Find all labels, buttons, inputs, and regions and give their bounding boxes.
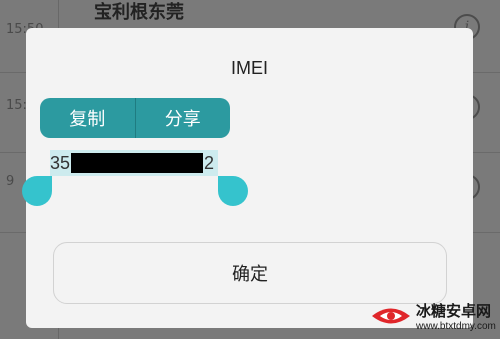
dialog-title: IMEI	[230, 58, 268, 78]
copy-button[interactable]: 复制	[40, 98, 135, 138]
imei-value[interactable]: 35 2	[50, 150, 218, 176]
selection-start-handle[interactable]	[22, 176, 52, 206]
imei-prefix: 35	[50, 152, 71, 173]
watermark-title: 冰糖安卓网	[416, 302, 492, 320]
text-selection-toolbar: 复制 分享	[40, 98, 230, 138]
watermark-logo-icon	[372, 308, 410, 324]
selection-end-handle[interactable]	[218, 176, 248, 206]
list-item-time: 9	[6, 174, 15, 189]
share-button[interactable]: 分享	[136, 98, 231, 138]
imei-suffix: 2	[204, 152, 215, 173]
confirm-button[interactable]: 确定	[53, 242, 447, 304]
watermark-url: www.btxtdmy.com	[416, 321, 496, 332]
imei-dialog: IMEI 复制 分享 35 2 确定	[22, 28, 473, 328]
watermark: 冰糖安卓网 www.btxtdmy.com	[370, 296, 498, 336]
list-item-name: 宝利根东莞	[94, 2, 184, 23]
imei-redacted-block	[71, 153, 204, 173]
watermark-text: 冰糖安卓网 www.btxtdmy.com	[416, 300, 496, 332]
